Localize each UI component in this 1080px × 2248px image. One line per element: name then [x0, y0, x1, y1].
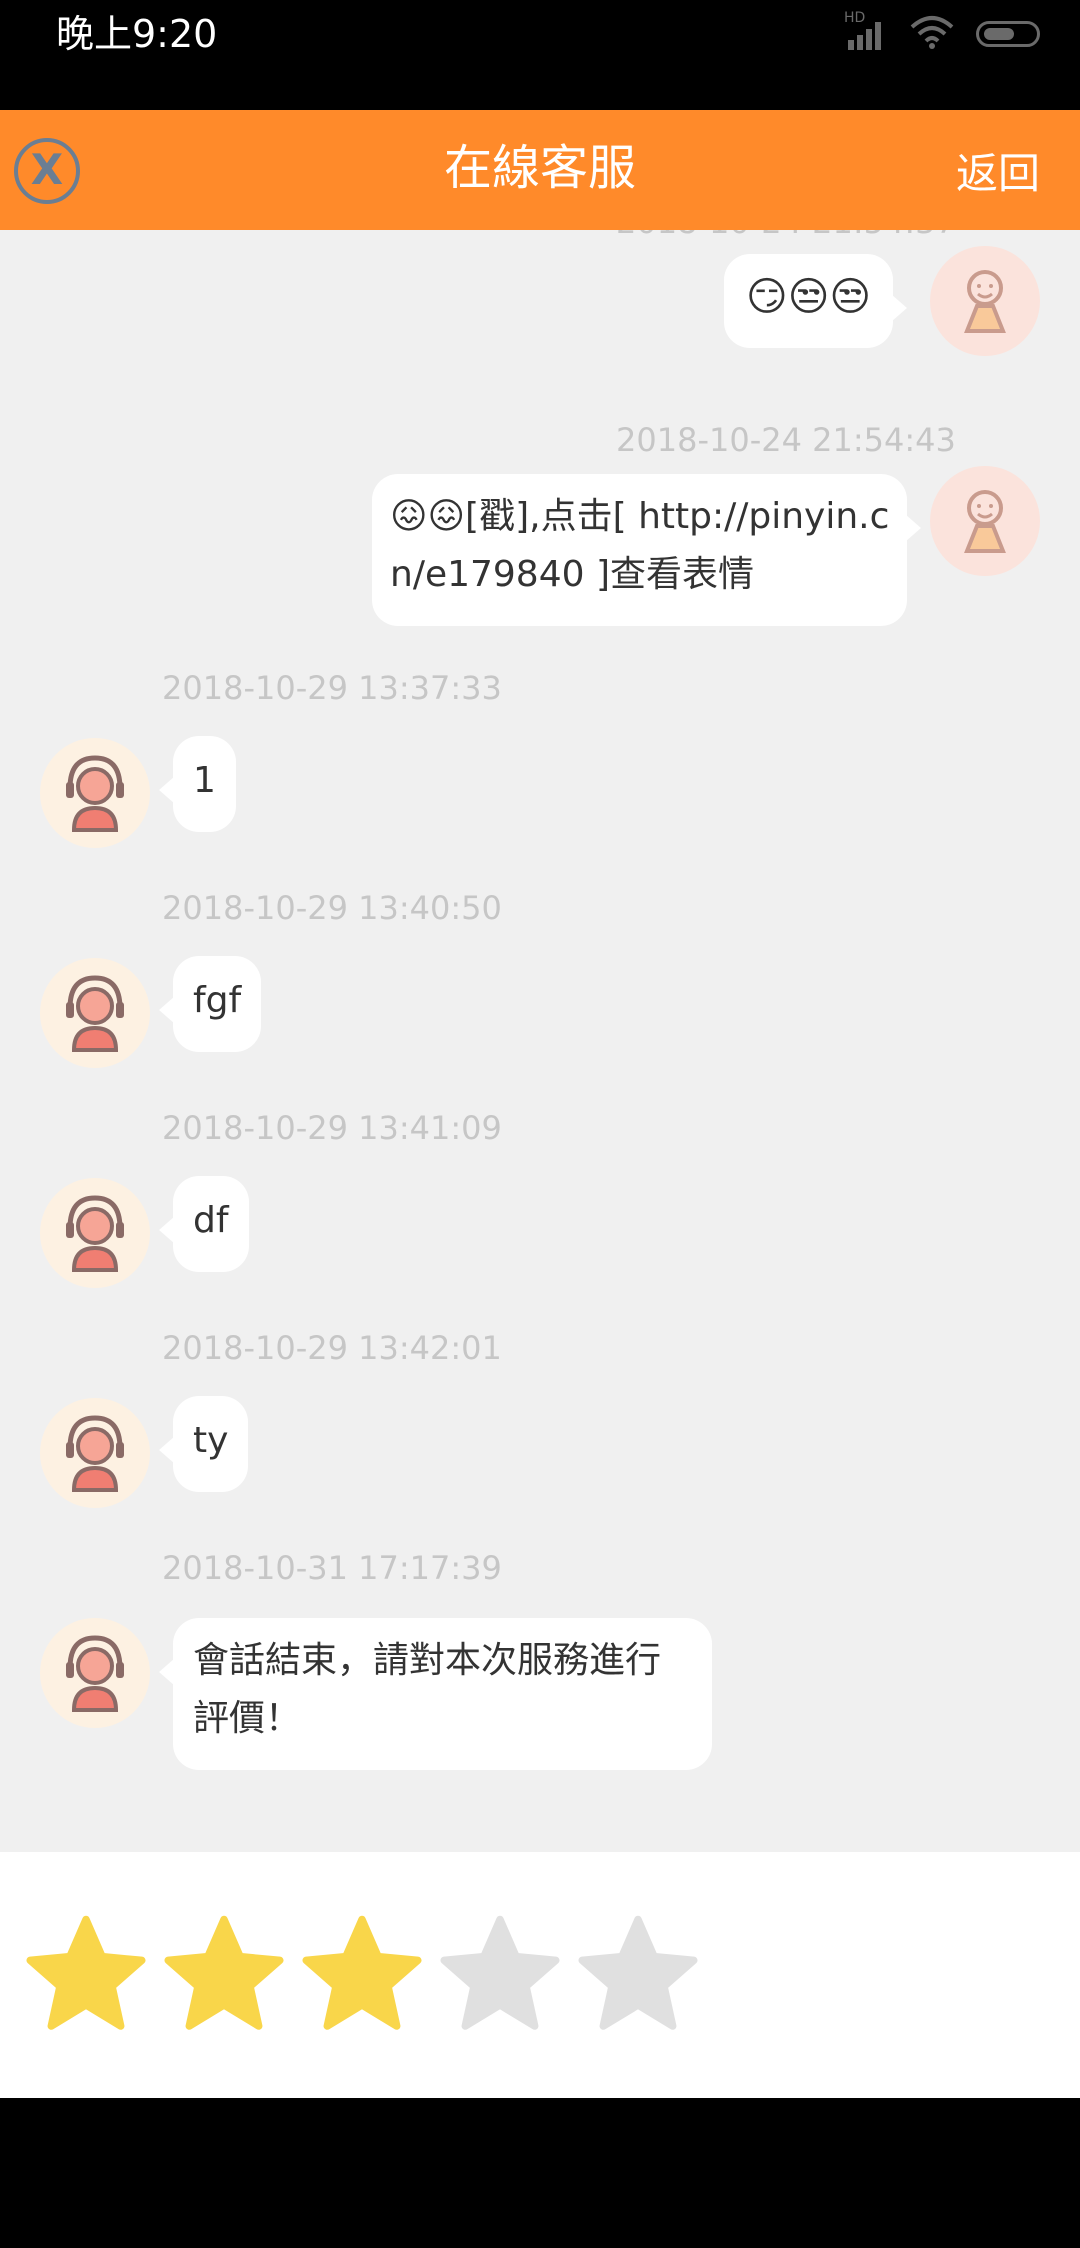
battery-icon [976, 21, 1040, 47]
message-text-line: 😖😖[戳],点击[ http://pinyin.c [390, 496, 890, 537]
user-avatar [930, 246, 1040, 356]
message-timestamp: 2018-10-29 13:42:01 [162, 1329, 502, 1367]
star-5-icon[interactable] [576, 1912, 700, 2036]
wifi-icon [910, 15, 954, 53]
message-timestamp: 2018-10-29 13:40:50 [162, 889, 502, 927]
message-bubble[interactable]: ty [158, 1396, 249, 1492]
message-timestamp: 2018-10-24 21:54:37 [616, 230, 956, 242]
message-bubble[interactable]: 會話結束，請對本次服務進行 評價！ [159, 1618, 712, 1770]
star-4-icon[interactable] [438, 1912, 562, 2036]
agent-avatar [40, 1618, 150, 1728]
star-shape [164, 1915, 284, 2030]
message-timestamp: 2018-10-31 17:17:39 [162, 1549, 502, 1587]
star-shape [440, 1915, 560, 2030]
page-title: 在線客服 [443, 140, 636, 196]
message-bubble[interactable]: 1 [159, 736, 236, 832]
star-shape [26, 1915, 146, 2030]
star-1-icon[interactable] [24, 1912, 148, 2036]
message-text-line: 評價！ [193, 1698, 302, 1739]
message-timestamp: 2018-10-24 21:54:43 [616, 421, 956, 459]
star-shape [578, 1915, 698, 2030]
message-bubble[interactable]: fgf [158, 956, 262, 1052]
status-time: 晚上9:20 [56, 12, 218, 56]
star-3-icon[interactable] [300, 1912, 424, 2036]
message-bubble[interactable]: 😖😖[戳],点击[ http://pinyin.c n/e179840 ]查看表… [372, 474, 921, 626]
message-timestamp: 2018-10-29 13:41:09 [162, 1109, 502, 1147]
status-icons: HD [844, 10, 1040, 54]
signal-icon: HD [844, 10, 888, 50]
star-shape [302, 1915, 422, 2030]
chat-header: X 在線客服 返回 [0, 110, 1080, 230]
rating-panel [0, 1852, 1080, 2098]
agent-avatar [40, 958, 150, 1068]
message-bubble[interactable]: df [159, 1176, 249, 1272]
user-avatar [930, 466, 1040, 576]
navigation-bar-area [0, 2098, 1080, 2248]
status-bar: 晚上9:20 HD [0, 0, 1080, 110]
message-link-line[interactable]: n/e179840 ]查看表情 [390, 546, 889, 604]
message-bubble[interactable]: 😏😒😒 [724, 254, 908, 348]
agent-avatar [40, 738, 150, 848]
message-timestamp: 2018-10-29 13:37:33 [162, 669, 502, 707]
network-type-label: HD [844, 10, 866, 26]
chat-message-list[interactable]: 2018-10-24 21:54:37 😏😒😒 2018-10-24 21:54… [0, 230, 1080, 1852]
agent-avatar [40, 1398, 150, 1508]
star-2-icon[interactable] [162, 1912, 286, 2036]
message-text-line: 會話結束，請對本次服務進行 [193, 1640, 662, 1681]
agent-avatar [40, 1178, 150, 1288]
back-button[interactable]: 返回 [956, 148, 1040, 200]
